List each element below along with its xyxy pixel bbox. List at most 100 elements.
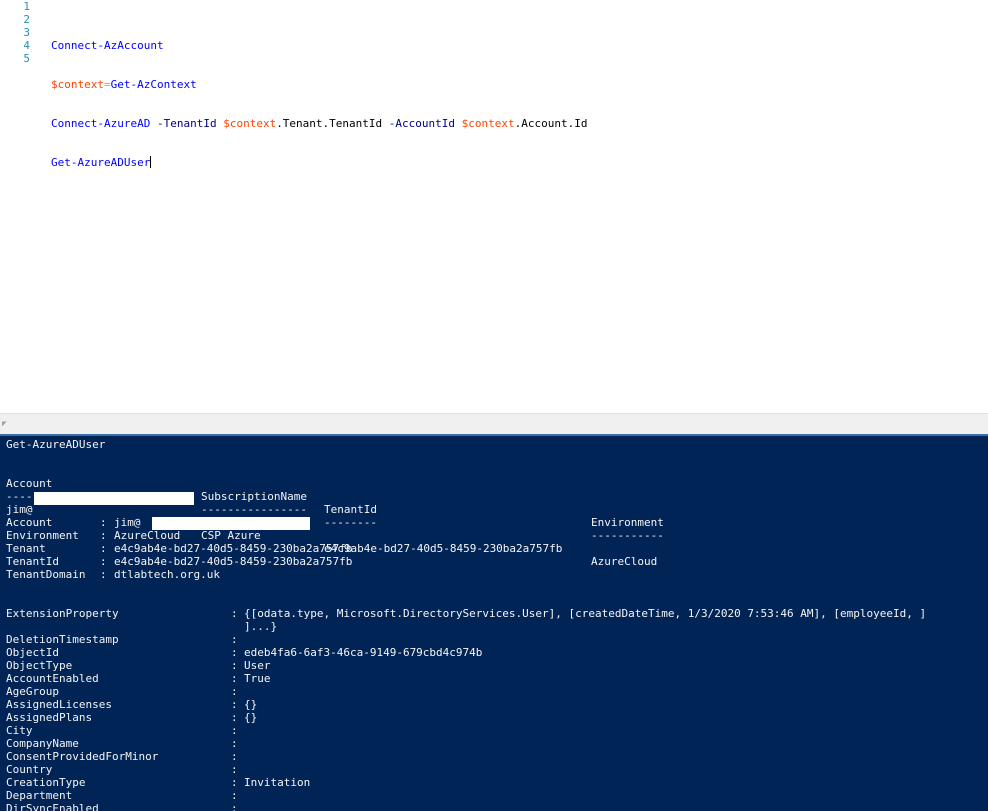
variable-token: $context: [223, 117, 277, 130]
user-property-row: City:: [6, 724, 986, 737]
property-separator: :: [231, 646, 238, 659]
line-number: 4: [23, 39, 30, 52]
cmdlet-token: Get-AzContext: [110, 78, 197, 91]
property-key: DirSyncEnabled: [6, 802, 99, 811]
column-header: TenantId: [324, 503, 377, 516]
member-token: .Tenant.TenantId: [276, 117, 383, 130]
connect-ad-row: TenantId : e4c9ab4e-bd27-40d5-8459-230ba2…: [6, 555, 606, 568]
property-value: {}: [244, 698, 258, 711]
member-token: .Account.Id: [514, 117, 588, 130]
property-separator: :: [231, 685, 238, 698]
cmdlet-token: Get-AzureADUser: [51, 156, 151, 169]
code-area[interactable]: Connect-AzAccount $context=Get-AzContext…: [51, 13, 587, 195]
user-property-row: DeletionTimestamp:: [6, 633, 986, 646]
property-separator: :: [100, 555, 107, 568]
property-key: Tenant: [6, 542, 93, 555]
collapse-chevron-icon[interactable]: ◤: [2, 420, 10, 428]
property-key: AssignedPlans: [6, 711, 93, 724]
property-key: Account: [6, 516, 93, 529]
user-property-row: CreationType: Invitation: [6, 776, 986, 789]
script-editor-pane[interactable]: 1 2 3 4 5 Connect-AzAccount $context=Get…: [0, 0, 988, 413]
user-property-row: ]...}: [6, 620, 986, 633]
code-line-4[interactable]: Connect-AzureAD -TenantId $context.Tenan…: [51, 117, 587, 130]
property-separator: :: [231, 672, 238, 685]
connect-ad-row: TenantDomain : dtlabtech.org.uk: [6, 568, 606, 581]
property-key: City: [6, 724, 33, 737]
property-value: Invitation: [244, 776, 311, 789]
user-property-row: Country:: [6, 763, 986, 776]
table-divider-row: ------- ---------------- -------- ------…: [6, 477, 986, 542]
user-property-row: Department:: [6, 789, 986, 802]
user-property-row: ObjectType: User: [6, 659, 986, 672]
parameter-token: -TenantId: [150, 117, 224, 130]
line-number: 2: [23, 13, 30, 26]
property-separator: :: [100, 516, 107, 529]
account-cell: jim@: [6, 503, 33, 516]
property-separator: :: [100, 542, 107, 555]
property-separator: :: [100, 568, 107, 581]
text-caret: [150, 156, 152, 168]
property-key: AgeGroup: [6, 685, 59, 698]
property-key: TenantDomain: [6, 568, 93, 581]
redaction-box: [34, 492, 194, 505]
property-key: ExtensionProperty: [6, 607, 119, 620]
property-separator: :: [231, 763, 238, 776]
property-key: DeletionTimestamp: [6, 633, 119, 646]
property-key: Environment: [6, 529, 93, 542]
user-property-row: ExtensionProperty: {[odata.type, Microsof…: [6, 607, 986, 620]
property-separator: :: [231, 776, 238, 789]
property-value: dtlabtech.org.uk: [114, 568, 220, 581]
property-value: ]...}: [244, 620, 278, 633]
user-property-row: CompanyName:: [6, 737, 986, 750]
line-number: 1: [23, 0, 30, 13]
property-separator: :: [231, 737, 238, 750]
property-value: e4c9ab4e-bd27-40d5-8459-230ba2a757fb: [114, 555, 353, 568]
code-line-2[interactable]: Connect-AzAccount: [51, 39, 587, 52]
user-property-row: AssignedLicenses: {}: [6, 698, 986, 711]
variable-token: $context: [461, 117, 515, 130]
property-key: Department: [6, 789, 73, 802]
console-command-echo: Get-AzureADUser: [6, 438, 106, 451]
property-key: AssignedLicenses: [6, 698, 112, 711]
variable-token: $context: [51, 78, 104, 91]
operator-token: =: [103, 78, 111, 91]
property-separator: :: [231, 750, 238, 763]
property-key: ObjectType: [6, 659, 73, 672]
cmdlet-token: Connect-AzureAD: [51, 117, 151, 130]
user-property-row: ObjectId: edeb4fa6-6af3-46ca-9149-679cbd4…: [6, 646, 986, 659]
property-separator: :: [231, 711, 238, 724]
table-row: jim@ CSP Azure e4c9ab4e-bd27-40d5-8459-2…: [6, 490, 986, 568]
connect-ad-row: Environment : AzureCloud: [6, 529, 606, 542]
property-value: AzureCloud: [114, 529, 181, 542]
user-property-row: ConsentProvidedForMinor:: [6, 750, 986, 763]
user-property-row: AccountEnabled: True: [6, 672, 986, 685]
line-number-gutter: 1 2 3 4 5: [0, 0, 34, 65]
user-property-row: AssignedPlans: {}: [6, 711, 986, 724]
property-key: TenantId: [6, 555, 93, 568]
property-separator: :: [231, 802, 238, 811]
cmdlet-token: Connect-AzAccount: [51, 39, 164, 52]
property-value: User: [244, 659, 271, 672]
code-line-5[interactable]: Get-AzureADUser: [51, 156, 587, 169]
console-pane[interactable]: Get-AzureADUser Account SubscriptionName…: [0, 434, 988, 811]
connect-ad-row: Account : jim@: [6, 516, 606, 530]
property-value: True: [244, 672, 271, 685]
line-number: 5: [23, 52, 30, 65]
property-separator: :: [231, 724, 238, 737]
parameter-token: -AccountId: [382, 117, 462, 130]
code-line-3[interactable]: $context=Get-AzContext: [51, 78, 587, 91]
property-value: edeb4fa6-6af3-46ca-9149-679cbd4c974b: [244, 646, 483, 659]
property-key: AccountEnabled: [6, 672, 99, 685]
property-value: {}: [244, 711, 258, 724]
user-property-row: DirSyncEnabled:: [6, 802, 986, 811]
pane-splitter[interactable]: ◤: [0, 413, 988, 434]
property-key: Country: [6, 763, 53, 776]
property-key: ObjectId: [6, 646, 59, 659]
table-header-row: Account SubscriptionName TenantId Enviro…: [6, 464, 986, 529]
user-property-row: AgeGroup:: [6, 685, 986, 698]
property-separator: :: [231, 789, 238, 802]
property-separator: :: [231, 633, 238, 646]
property-value: e4c9ab4e-bd27-40d5-8459-230ba2a757fb: [114, 542, 353, 555]
property-key: CompanyName: [6, 737, 79, 750]
property-key: ConsentProvidedForMinor: [6, 750, 159, 763]
